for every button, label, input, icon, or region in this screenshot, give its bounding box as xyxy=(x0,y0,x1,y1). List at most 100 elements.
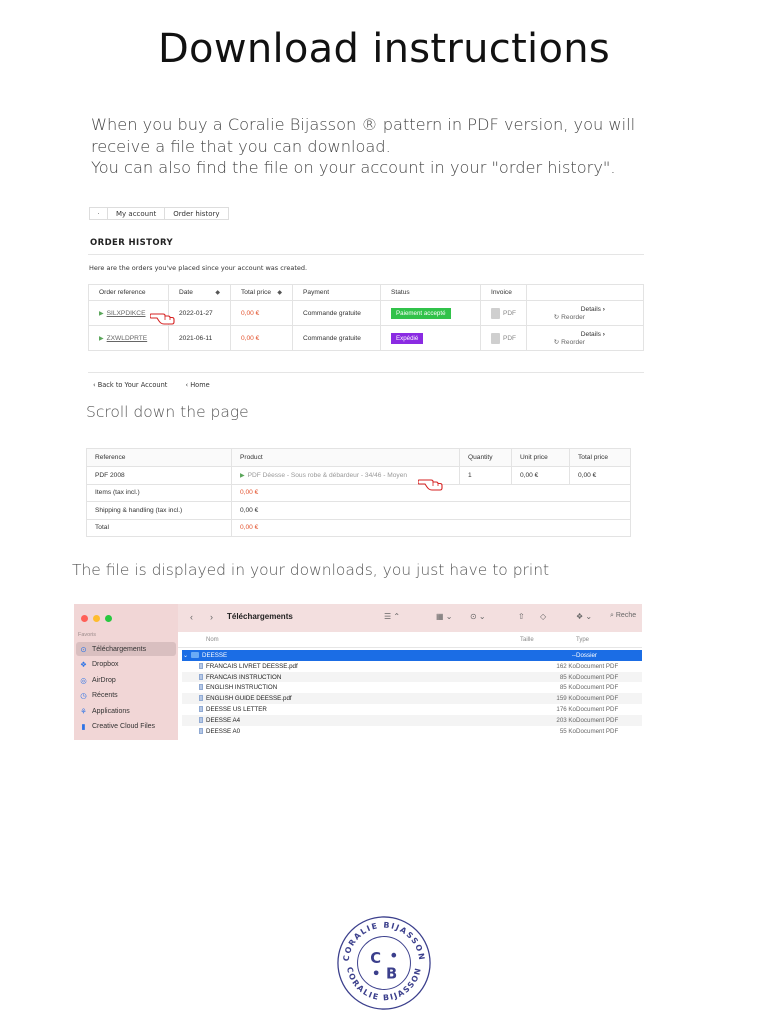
order-date: 2021-06-11 xyxy=(168,325,231,351)
forward-icon[interactable]: › xyxy=(210,612,213,622)
divider xyxy=(88,372,644,373)
column-type[interactable]: Type xyxy=(576,637,589,643)
back-icon[interactable]: ‹ xyxy=(190,612,193,622)
finder-main: ‹ › Téléchargements ☰ ⌃ ▦ ⌄ ⊙ ⌄ ⇧ ◇ ❖ ⌄ … xyxy=(178,604,642,740)
window-controls xyxy=(81,615,112,622)
order-reference-link[interactable]: SILXPDIKCE xyxy=(107,310,146,317)
column-headers: Nom Taille Type xyxy=(178,633,642,648)
share-icon[interactable]: ⇧ xyxy=(518,612,525,621)
intro-line: receive a file that you can download. xyxy=(91,136,391,156)
summary-label: Total xyxy=(86,518,232,537)
order-reference-link[interactable]: ZXWLDPRTE xyxy=(107,335,148,342)
order-payment: Commande gratuite xyxy=(292,300,381,326)
search-field[interactable]: ⌕ Reche xyxy=(610,612,636,620)
sidebar-item-recents[interactable]: ◷ Récents xyxy=(76,688,176,702)
svg-text:B: B xyxy=(386,966,397,983)
dropbox-icon: ❖ xyxy=(80,659,87,669)
tag-icon[interactable]: ◇ xyxy=(540,612,546,621)
reorder-link[interactable]: ↻ Reorder xyxy=(537,338,633,346)
file-row[interactable]: DEESSE A4 203 Ko Document PDF xyxy=(182,714,642,726)
pdf-file-icon xyxy=(199,695,203,702)
order-price: 0,00 € xyxy=(230,325,293,351)
chevron-right-icon: › xyxy=(602,330,605,338)
table-row: ▶ ZXWLDPRTE 2021-06-11 0,00 € Commande gr… xyxy=(88,325,644,351)
clock-icon: ◷ xyxy=(80,690,87,700)
applications-icon: ⚘ xyxy=(80,706,87,716)
list-view-icon[interactable]: ☰ ⌃ xyxy=(384,612,400,621)
disclosure-icon[interactable]: ⌄ xyxy=(183,652,188,659)
column-header: Payment xyxy=(292,284,381,301)
column-size[interactable]: Taille xyxy=(520,637,534,643)
order-price: 0,00 € xyxy=(230,300,293,326)
breadcrumb-order-history[interactable]: Order history xyxy=(165,208,227,219)
file-row[interactable]: ENGLISH GUIDE DEESSE.pdf 159 Ko Document P… xyxy=(182,693,642,704)
intro-text: When you buy a Coralie Bijasson ® patter… xyxy=(91,114,691,179)
details-link[interactable]: Details › xyxy=(537,306,633,313)
column-header[interactable]: Order reference xyxy=(88,284,169,301)
sidebar-item-applications[interactable]: ⚘ Applications xyxy=(76,704,176,718)
sort-icon[interactable]: ◆ xyxy=(215,289,220,296)
search-placeholder: Reche xyxy=(615,612,637,619)
airdrop-icon: ◎ xyxy=(80,675,87,685)
downloads-instruction: The file is displayed in your downloads,… xyxy=(72,561,550,579)
column-header: Product xyxy=(231,448,460,467)
pdf-file-icon xyxy=(199,727,203,734)
divider xyxy=(88,254,644,255)
breadcrumb-my-account[interactable]: My account xyxy=(108,208,166,219)
file-row[interactable]: DEESSE A0 55 Ko Document PDF xyxy=(182,726,642,737)
minimize-window-button[interactable] xyxy=(93,615,100,622)
svg-text:CORALIE BIJASSON: CORALIE BIJASSON xyxy=(345,966,423,1002)
sidebar-item-airdrop[interactable]: ◎ AirDrop xyxy=(76,673,176,687)
file-row[interactable]: FRANCAIS LIVRET DEESSE.pdf 162 Ko Document… xyxy=(182,661,642,672)
table-row: Items (tax incl.) 0,00 € xyxy=(86,483,631,502)
home-link[interactable]: ‹ Home xyxy=(185,381,217,389)
order-history-subtitle: Here are the orders you've placed since … xyxy=(89,264,308,272)
grid-view-icon[interactable]: ▦ ⌄ xyxy=(436,612,452,621)
column-header xyxy=(526,284,644,301)
finder-toolbar: ‹ › Téléchargements ☰ ⌃ ▦ ⌄ ⊙ ⌄ ⇧ ◇ ❖ ⌄ … xyxy=(178,604,642,632)
pdf-icon xyxy=(491,307,500,319)
sidebar-item-dropbox[interactable]: ❖ Dropbox xyxy=(76,657,176,671)
intro-line: When you buy a Coralie Bijasson ® patter… xyxy=(91,115,636,134)
table-header-row: Order reference Date ◆ Total price ◆ Payme… xyxy=(88,284,644,301)
column-header[interactable]: Total price ◆ xyxy=(230,284,293,301)
details-link[interactable]: Details › xyxy=(537,331,633,338)
products-table: Reference Product Quantity Unit price To… xyxy=(86,448,631,537)
sort-icon[interactable]: ◆ xyxy=(277,289,282,296)
column-header[interactable]: Date ◆ xyxy=(168,284,231,301)
column-header: Status xyxy=(380,284,481,301)
svg-text:C: C xyxy=(370,950,381,967)
file-row[interactable]: FRANCAIS INSTRUCTION 85 Ko Document PDF xyxy=(182,671,642,683)
intro-line: You can also find the file on your accou… xyxy=(91,158,616,177)
table-row: PDF 2008 ▶ PDF Déesse - Sous robe & débar… xyxy=(86,466,631,485)
sidebar-item-downloads[interactable]: ⊙ Téléchargements xyxy=(76,642,176,656)
home-icon[interactable] xyxy=(90,208,108,219)
more-actions-icon[interactable]: ⊙ ⌄ xyxy=(470,612,486,621)
invoice-pdf-link[interactable]: PDF xyxy=(491,307,516,319)
table-row: Total 0,00 € xyxy=(86,518,631,537)
window-title: Téléchargements xyxy=(227,612,293,621)
invoice-pdf-link[interactable]: PDF xyxy=(491,332,516,344)
download-icon: ⊙ xyxy=(80,644,87,654)
pdf-file-icon xyxy=(199,673,203,680)
table-row: Shipping & handling (tax incl.) 0,00 € xyxy=(86,501,631,520)
column-header: Reference xyxy=(86,448,232,467)
file-row[interactable]: DEESSE US LETTER 176 Ko Document PDF xyxy=(182,704,642,715)
folder-icon xyxy=(191,652,199,658)
close-window-button[interactable] xyxy=(81,615,88,622)
dropbox-menu-icon[interactable]: ❖ ⌄ xyxy=(576,612,592,621)
zoom-window-button[interactable] xyxy=(105,615,112,622)
column-name[interactable]: Nom xyxy=(206,637,219,643)
folder-row[interactable]: ⌄ DEESSE -- Dossier xyxy=(182,650,642,661)
file-icon: ▮ xyxy=(81,721,86,731)
summary-label: Shipping & handling (tax incl.) xyxy=(86,501,232,520)
product-name-link[interactable]: PDF Déesse - Sous robe & débardeur - 34/… xyxy=(248,472,407,479)
reorder-link[interactable]: ↻ Reorder xyxy=(537,313,633,321)
svg-text:CORALIE BIJASSON: CORALIE BIJASSON xyxy=(342,921,427,962)
pdf-file-icon xyxy=(199,684,203,691)
sidebar-item-creative-cloud[interactable]: ▮ Creative Cloud Files xyxy=(76,719,176,733)
column-header: Invoice xyxy=(480,284,527,301)
back-to-account-link[interactable]: ‹ Back to Your Account xyxy=(93,381,175,389)
file-row[interactable]: ENGLISH INSTRUCTION 85 Ko Document PDF xyxy=(182,682,642,693)
truck-icon: ▶ xyxy=(99,335,104,342)
